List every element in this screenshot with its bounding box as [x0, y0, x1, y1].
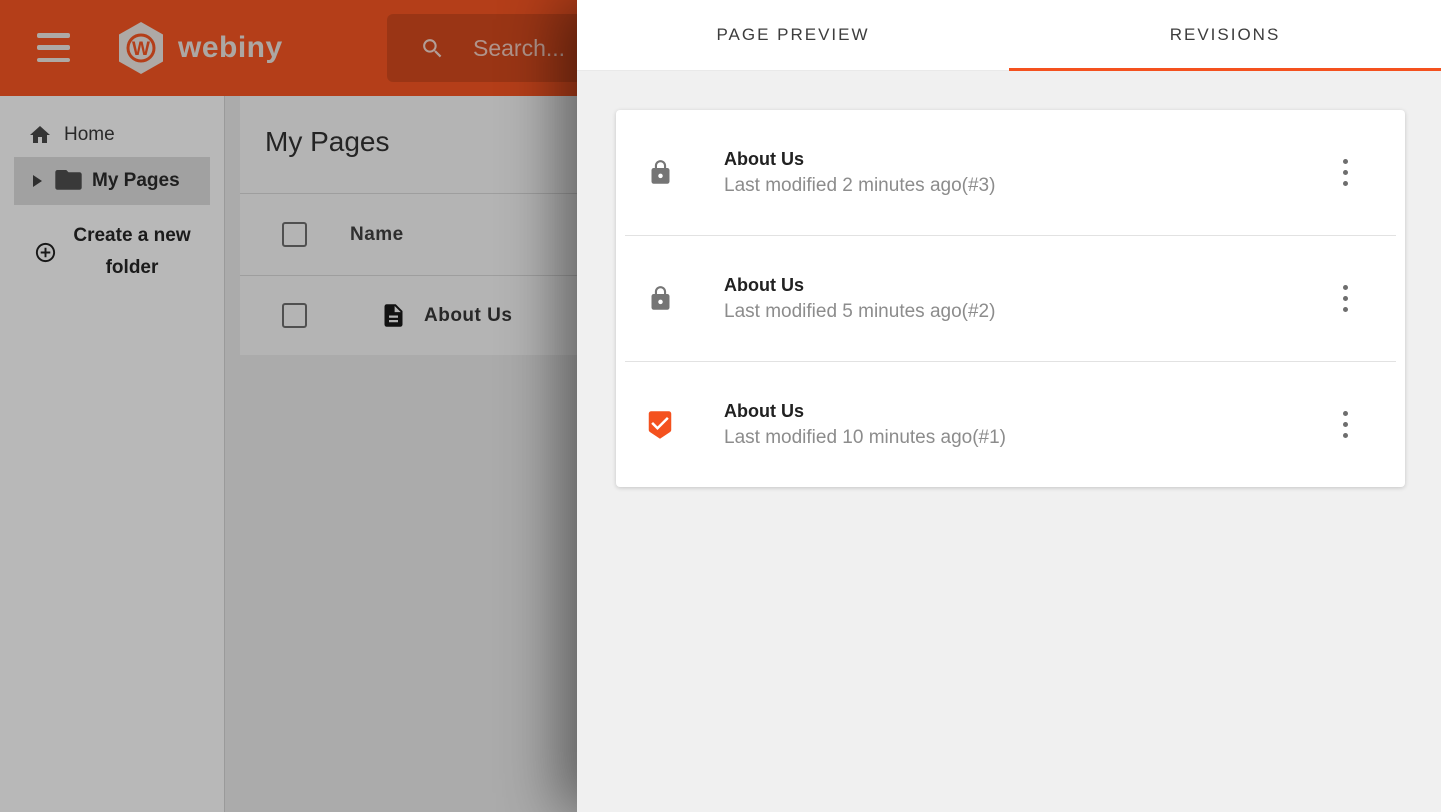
tab-page-preview-label: PAGE PREVIEW: [716, 25, 869, 45]
revision-row[interactable]: About Us Last modified 10 minutes ago(#1…: [616, 362, 1405, 487]
revision-title: About Us: [724, 275, 1339, 296]
lock-icon: [647, 284, 674, 313]
revision-title: About Us: [724, 401, 1339, 422]
revision-meta: Last modified 10 minutes ago(#1): [724, 427, 1339, 449]
revision-meta: Last modified 2 minutes ago(#3): [724, 175, 1339, 197]
revision-menu-button[interactable]: [1339, 407, 1352, 442]
drawer-tabs: PAGE PREVIEW REVISIONS: [577, 0, 1441, 71]
published-badge-icon: [645, 409, 675, 441]
revision-row[interactable]: About Us Last modified 5 minutes ago(#2): [616, 236, 1405, 361]
revision-meta: Last modified 5 minutes ago(#2): [724, 301, 1339, 323]
revisions-card: About Us Last modified 2 minutes ago(#3)…: [616, 110, 1405, 487]
revision-title: About Us: [724, 149, 1339, 170]
screen: W webiny Home: [0, 0, 1441, 812]
tab-revisions-label: REVISIONS: [1170, 25, 1281, 45]
revision-menu-button[interactable]: [1339, 281, 1352, 316]
lock-icon: [647, 158, 674, 187]
page-details-drawer: PAGE PREVIEW REVISIONS About Us Last mod…: [577, 0, 1441, 812]
tab-page-preview[interactable]: PAGE PREVIEW: [577, 0, 1009, 70]
tab-revisions[interactable]: REVISIONS: [1009, 0, 1441, 70]
revision-row[interactable]: About Us Last modified 2 minutes ago(#3): [616, 110, 1405, 235]
revision-menu-button[interactable]: [1339, 155, 1352, 190]
